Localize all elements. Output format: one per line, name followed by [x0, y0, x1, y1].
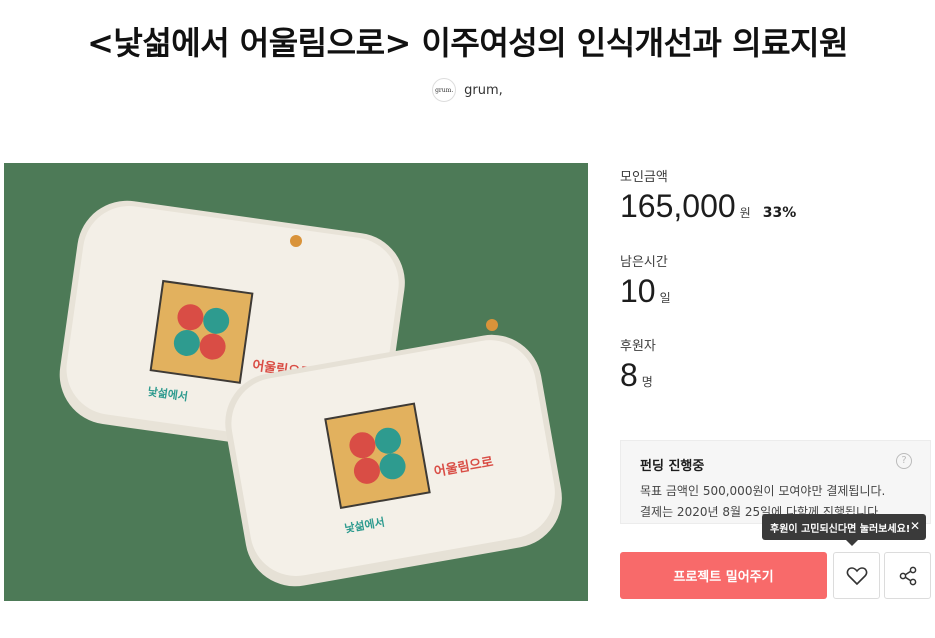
creator-avatar[interactable]: grum. [432, 78, 457, 102]
time-number: 10 [620, 273, 656, 309]
backers-label: 후원자 [620, 339, 656, 354]
project-photo: 어울림으로 낯섦에서 어울림으로 낯섦에서 [4, 163, 588, 601]
like-button[interactable] [833, 552, 880, 599]
project-title: <낯섦에서 어울림으로> 이주여성의 인식개선과 의료지원 [87, 24, 848, 62]
back-project-button[interactable]: 프로젝트 밀어주기 [620, 552, 827, 599]
share-icon [899, 566, 916, 585]
creator-name[interactable]: grum, [464, 83, 503, 98]
backers-unit: 명 [641, 375, 653, 389]
share-button[interactable] [884, 552, 931, 599]
time-value: 10 일 [620, 273, 671, 310]
funding-status-box: 펀딩 진행중 ? 목표 금액인 500,000원이 모여야만 결제됩니다. 결제… [620, 440, 931, 524]
time-label: 남은시간 [620, 255, 668, 270]
backing-tooltip: 후원이 고민되신다면 눌러보세요! ✕ [762, 514, 926, 546]
backers-value: 8 명 [620, 357, 653, 394]
amount-number: 165,000 [620, 188, 736, 224]
pouch-illustration: 어울림으로 낯섦에서 어울림으로 낯섦에서 [4, 163, 588, 601]
amount-value: 165,000 원 33% [620, 188, 796, 225]
funding-percent: 33% [762, 205, 797, 221]
tooltip-text: 후원이 고민되신다면 눌러보세요! [770, 523, 911, 535]
time-unit: 일 [659, 291, 671, 305]
close-icon[interactable]: ✕ [910, 519, 920, 533]
funding-status-title: 펀딩 진행중 [640, 459, 705, 474]
question-icon[interactable]: ? [896, 453, 912, 469]
backers-number: 8 [620, 357, 638, 393]
creator-info[interactable]: grum. grum, [0, 78, 935, 102]
heart-icon [846, 566, 867, 585]
amount-label: 모인금액 [620, 170, 668, 185]
amount-unit: 원 [739, 206, 751, 220]
funding-goal-text: 목표 금액인 500,000원이 모여야만 결제됩니다. [640, 484, 886, 498]
